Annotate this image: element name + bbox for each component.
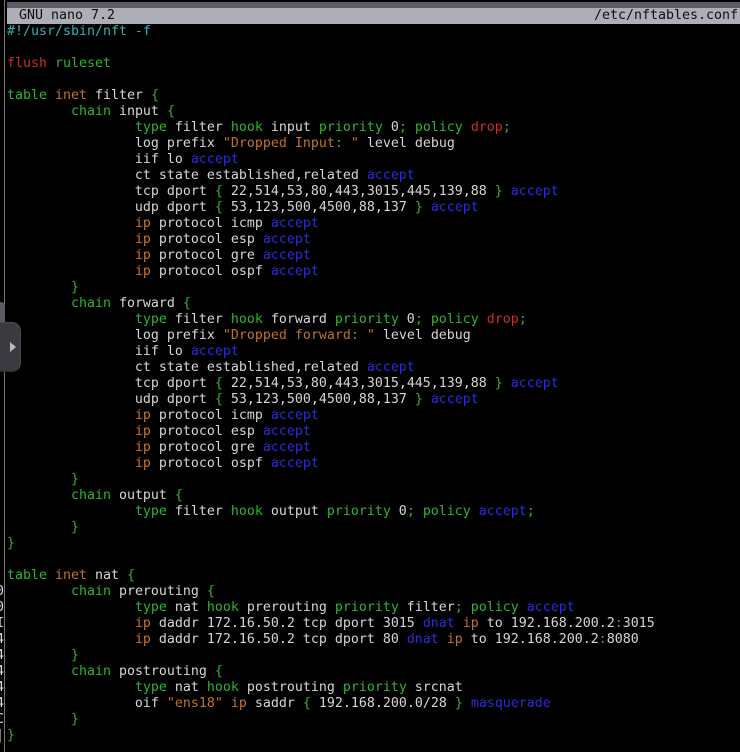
clipped-glyph: C <box>0 712 4 728</box>
side-panel-pull-tab[interactable] <box>0 322 21 372</box>
code-line: chain forward { <box>7 296 655 312</box>
code-line: log prefix "Dropped Input: " level debug <box>7 136 655 152</box>
code-line: ip protocol ospf accept <box>7 456 655 472</box>
code-line: ip protocol esp accept <box>7 424 655 440</box>
code-line: type nat hook prerouting priority filter… <box>7 600 655 616</box>
code-line: ip protocol gre accept <box>7 248 655 264</box>
code-line: type filter hook output priority 0; poli… <box>7 504 655 520</box>
clipped-glyph: 4 <box>0 696 4 712</box>
code-line: log prefix "Dropped forward: " level deb… <box>7 328 655 344</box>
code-line: iif lo accept <box>7 344 655 360</box>
code-line: } <box>7 520 655 536</box>
code-line: } <box>7 472 655 488</box>
clipped-glyph: 0 <box>0 600 4 616</box>
code-line: ct state established,related accept <box>7 360 655 376</box>
code-line <box>7 72 655 88</box>
code-line: oif "ens18" ip saddr { 192.168.200.0/28 … <box>7 696 655 712</box>
code-line: } <box>7 712 655 728</box>
code-line: ip protocol ospf accept <box>7 264 655 280</box>
code-line: udp dport { 53,123,500,4500,88,137 } acc… <box>7 200 655 216</box>
code-line: } <box>7 536 655 552</box>
code-line: ip protocol esp accept <box>7 232 655 248</box>
code-line: chain output { <box>7 488 655 504</box>
code-line: type filter hook input priority 0; polic… <box>7 120 655 136</box>
clipped-glyph: I <box>0 616 4 632</box>
code-line: tcp dport { 22,514,53,80,443,3015,445,13… <box>7 376 655 392</box>
code-line: } <box>7 728 655 744</box>
clipped-glyph: 4 <box>0 632 4 648</box>
code-line: ip protocol icmp accept <box>7 408 655 424</box>
code-area[interactable]: #!/usr/sbin/nft -f flush ruleset table ine… <box>7 24 655 744</box>
code-line: ip daddr 172.16.50.2 tcp dport 80 dnat i… <box>7 632 655 648</box>
code-line <box>7 40 655 56</box>
code-line: flush ruleset <box>7 56 655 72</box>
code-line: chain postrouting { <box>7 664 655 680</box>
code-line: type filter hook forward priority 0; pol… <box>7 312 655 328</box>
code-line: table inet filter { <box>7 88 655 104</box>
code-line: } <box>7 648 655 664</box>
code-line: chain prerouting { <box>7 584 655 600</box>
clipped-glyph: 0 <box>0 584 4 600</box>
window-border-line <box>4 0 5 752</box>
code-line: udp dport { 53,123,500,4500,88,137 } acc… <box>7 392 655 408</box>
right-triangle-icon <box>10 342 16 352</box>
code-line: type nat hook postrouting priority srcna… <box>7 680 655 696</box>
code-line: tcp dport { 22,514,53,80,443,3015,445,13… <box>7 184 655 200</box>
file-path: /etc/nftables.conf <box>594 8 740 24</box>
code-line: ct state established,related accept <box>7 168 655 184</box>
left-edge-clipped-glyphs: a00I44444C| <box>0 0 4 752</box>
terminal-screen: { "window": { "app_title": "GNU nano 7.2… <box>0 0 740 752</box>
nano-titlebar: GNU nano 7.2 /etc/nftables.conf <box>7 0 740 24</box>
code-line: } <box>7 280 655 296</box>
code-line: iif lo accept <box>7 152 655 168</box>
clipped-glyph: | <box>0 728 4 744</box>
code-line: #!/usr/sbin/nft -f <box>7 24 655 40</box>
code-line: ip protocol icmp accept <box>7 216 655 232</box>
clipped-glyph: 4 <box>0 664 4 680</box>
code-line: chain input { <box>7 104 655 120</box>
code-line: table inet nat { <box>7 568 655 584</box>
app-title: GNU nano 7.2 <box>7 8 115 24</box>
code-line: ip protocol gre accept <box>7 440 655 456</box>
code-line <box>7 552 655 568</box>
titlebar-bar: GNU nano 7.2 /etc/nftables.conf <box>7 8 740 24</box>
code-line: ip daddr 172.16.50.2 tcp dport 3015 dnat… <box>7 616 655 632</box>
clipped-glyph: 4 <box>0 680 4 696</box>
clipped-glyph: 4 <box>0 648 4 664</box>
